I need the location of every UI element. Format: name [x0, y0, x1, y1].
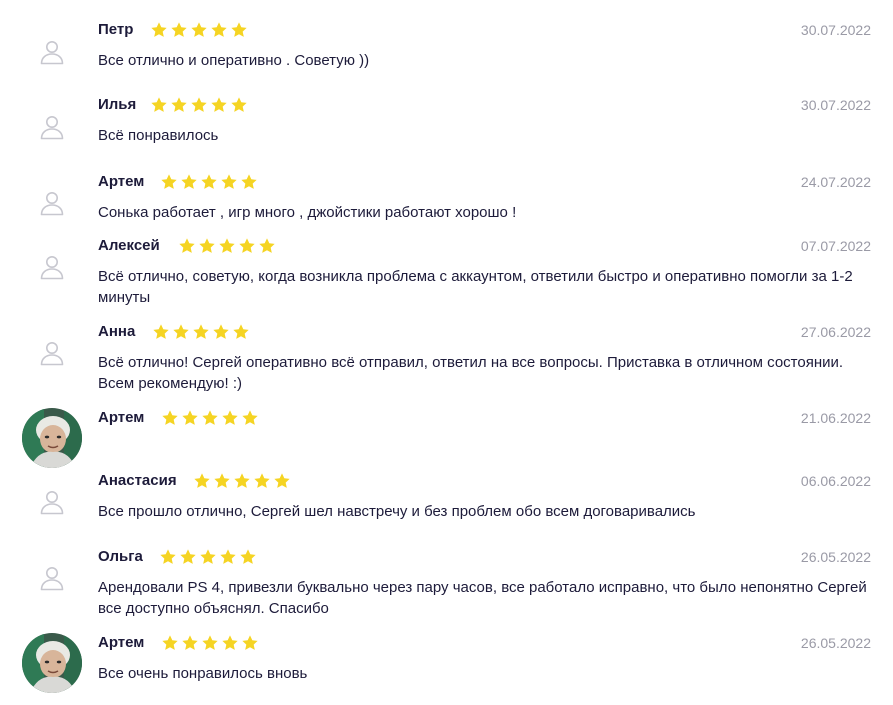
user-photo-icon [22, 633, 82, 693]
avatar [22, 22, 82, 82]
star-filled-icon [153, 324, 169, 339]
star-filled-icon [274, 473, 290, 488]
star-filled-icon [219, 238, 235, 253]
review-text: Всё отлично, советую, когда возникла про… [98, 268, 853, 306]
review-text: Всё отлично! Сергей оперативно всё отпра… [98, 354, 844, 392]
review-date: 24.07.2022 [800, 174, 871, 190]
star-rating [178, 237, 276, 255]
review-date: 27.06.2022 [800, 324, 871, 340]
reviewer-name: Алексей [98, 237, 160, 254]
review-date: 26.05.2022 [800, 635, 871, 651]
avatar [22, 173, 82, 233]
star-filled-icon [193, 324, 209, 339]
star-filled-icon [161, 174, 177, 189]
reviewer-name: Артем [98, 173, 145, 190]
avatar [22, 472, 82, 532]
star-filled-icon [233, 324, 249, 339]
star-filled-icon [242, 635, 258, 650]
star-filled-icon [234, 473, 250, 488]
star-filled-icon [151, 97, 167, 112]
review-text: Сонька работает , игр много , джойстики … [98, 204, 517, 221]
user-placeholder-icon [40, 116, 64, 140]
review-date: 07.07.2022 [800, 238, 871, 254]
star-filled-icon [239, 238, 255, 253]
star-rating [150, 96, 248, 114]
star-rating [161, 634, 259, 652]
user-placeholder-icon [40, 256, 64, 280]
avatar [22, 323, 82, 383]
star-filled-icon [191, 22, 207, 37]
review-date: 06.06.2022 [800, 473, 871, 489]
star-filled-icon [220, 549, 236, 564]
avatar [22, 548, 82, 608]
star-filled-icon [171, 97, 187, 112]
star-filled-icon [194, 473, 210, 488]
star-filled-icon [151, 22, 167, 37]
avatar [22, 97, 82, 157]
avatar [22, 237, 82, 297]
star-rating [152, 323, 250, 341]
star-filled-icon [241, 174, 257, 189]
user-placeholder-icon [40, 342, 64, 366]
star-filled-icon [200, 549, 216, 564]
star-filled-icon [259, 238, 275, 253]
star-filled-icon [213, 324, 229, 339]
user-photo-icon [22, 408, 82, 468]
star-filled-icon [162, 635, 178, 650]
reviewer-name: Петр [98, 21, 134, 38]
user-placeholder-icon [40, 491, 64, 515]
star-filled-icon [214, 473, 230, 488]
star-filled-icon [162, 410, 178, 425]
star-filled-icon [240, 549, 256, 564]
reviewer-name: Артем [98, 634, 145, 651]
star-filled-icon [231, 22, 247, 37]
star-rating [161, 409, 259, 427]
star-filled-icon [179, 238, 195, 253]
star-filled-icon [160, 549, 176, 564]
star-filled-icon [202, 635, 218, 650]
star-filled-icon [242, 410, 258, 425]
user-placeholder-icon [40, 192, 64, 216]
star-filled-icon [211, 97, 227, 112]
review-date: 26.05.2022 [800, 549, 871, 565]
reviewer-name: Ольга [98, 548, 143, 565]
star-filled-icon [171, 22, 187, 37]
star-filled-icon [222, 410, 238, 425]
star-filled-icon [231, 97, 247, 112]
review-date: 30.07.2022 [800, 97, 871, 113]
star-rating [160, 173, 258, 191]
review-text: Арендовали PS 4, привезли буквально чере… [98, 579, 867, 617]
star-filled-icon [181, 174, 197, 189]
avatar [22, 633, 82, 693]
star-filled-icon [199, 238, 215, 253]
star-filled-icon [173, 324, 189, 339]
star-filled-icon [191, 97, 207, 112]
review-text: Все отлично и оперативно . Советую )) [98, 52, 370, 69]
star-rating [193, 472, 291, 490]
reviewer-name: Анастасия [98, 472, 177, 489]
reviewer-name: Артем [98, 409, 145, 426]
star-filled-icon [180, 549, 196, 564]
star-filled-icon [182, 635, 198, 650]
star-filled-icon [201, 174, 217, 189]
review-text: Все очень понравилось вновь [98, 665, 308, 682]
reviewer-name: Анна [98, 323, 136, 340]
star-filled-icon [222, 635, 238, 650]
star-rating [159, 548, 257, 566]
user-placeholder-icon [40, 567, 64, 591]
review-date: 21.06.2022 [800, 410, 871, 426]
star-filled-icon [182, 410, 198, 425]
user-placeholder-icon [40, 41, 64, 65]
star-filled-icon [221, 174, 237, 189]
review-text: Все прошло отлично, Сергей шел навстречу… [98, 503, 696, 520]
star-filled-icon [211, 22, 227, 37]
reviewer-name: Илья [98, 96, 137, 113]
avatar [22, 408, 82, 468]
review-text: Всё понравилось [98, 127, 219, 144]
star-filled-icon [254, 473, 270, 488]
review-date: 30.07.2022 [800, 22, 871, 38]
star-rating [150, 21, 248, 39]
star-filled-icon [202, 410, 218, 425]
